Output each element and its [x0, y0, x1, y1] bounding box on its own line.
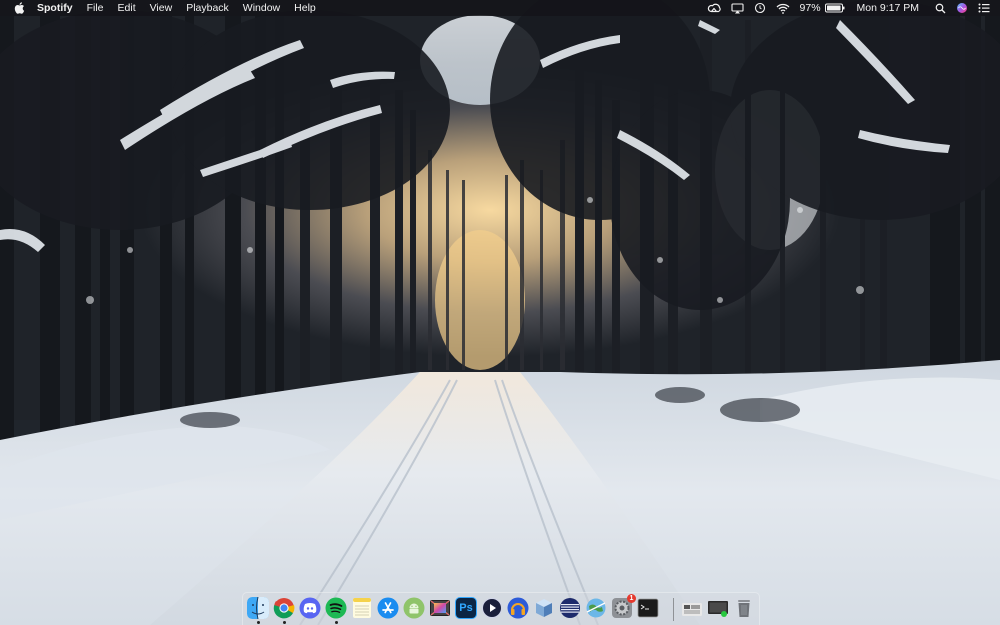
- running-indicator: [335, 621, 338, 624]
- discord-icon[interactable]: [299, 597, 321, 619]
- photoshop-icon[interactable]: Ps: [455, 597, 477, 619]
- notification-badge: 1: [627, 594, 636, 603]
- notification-center-icon[interactable]: [978, 0, 990, 16]
- siri-icon[interactable]: [956, 0, 968, 16]
- battery-icon[interactable]: [824, 0, 845, 16]
- menu-bar-right: 97% Mon 9:17 PM: [697, 0, 1000, 16]
- menu-edit[interactable]: Edit: [118, 0, 136, 16]
- menu-playback[interactable]: Playback: [186, 0, 229, 16]
- dock-items: Ps 1: [243, 593, 759, 625]
- app-store-icon[interactable]: [377, 597, 399, 619]
- airplay-icon[interactable]: [730, 0, 744, 16]
- terminal-icon[interactable]: [637, 597, 659, 619]
- trash-icon[interactable]: [733, 597, 755, 619]
- final-cut-icon[interactable]: [429, 597, 451, 619]
- desktop: Spotify File Edit View Playback Window H…: [0, 0, 1000, 625]
- wifi-icon[interactable]: [776, 0, 790, 16]
- creative-cloud-icon[interactable]: [707, 0, 721, 16]
- cube-icon[interactable]: [533, 597, 555, 619]
- menu-window[interactable]: Window: [243, 0, 280, 16]
- battery-percent: 97%: [799, 2, 821, 14]
- desktop-wallpaper: [0, 0, 1000, 625]
- screen-icon[interactable]: [707, 597, 729, 619]
- time-machine-icon[interactable]: [754, 0, 766, 16]
- menu-clock[interactable]: Mon 9:17 PM: [857, 0, 919, 16]
- spotlight-search-icon[interactable]: [935, 0, 946, 16]
- striped-icon[interactable]: [559, 597, 581, 619]
- menu-file[interactable]: File: [87, 0, 104, 16]
- system-preferences-icon[interactable]: 1: [611, 594, 636, 619]
- finder-icon[interactable]: [247, 597, 269, 619]
- menu-bar-left: Spotify File Edit View Playback Window H…: [0, 0, 330, 16]
- play-circle-icon[interactable]: [481, 597, 503, 619]
- folder-stack-icon[interactable]: [681, 597, 703, 619]
- notes-icon[interactable]: [351, 597, 373, 619]
- dock-separator: [673, 598, 674, 621]
- running-indicator: [257, 621, 260, 624]
- spotify-icon[interactable]: [325, 597, 347, 619]
- dock: Ps 1: [242, 592, 760, 625]
- running-indicator: [283, 621, 286, 624]
- chrome-icon[interactable]: [273, 597, 295, 619]
- menu-view[interactable]: View: [150, 0, 173, 16]
- menu-app-name[interactable]: Spotify: [37, 0, 73, 16]
- apple-icon[interactable]: [13, 0, 25, 16]
- menu-bar: Spotify File Edit View Playback Window H…: [0, 0, 1000, 16]
- photoshop-label: Ps: [459, 602, 473, 614]
- android-icon[interactable]: [403, 597, 425, 619]
- globe-icon[interactable]: [585, 597, 607, 619]
- menu-help[interactable]: Help: [294, 0, 316, 16]
- headphones-icon[interactable]: [507, 597, 529, 619]
